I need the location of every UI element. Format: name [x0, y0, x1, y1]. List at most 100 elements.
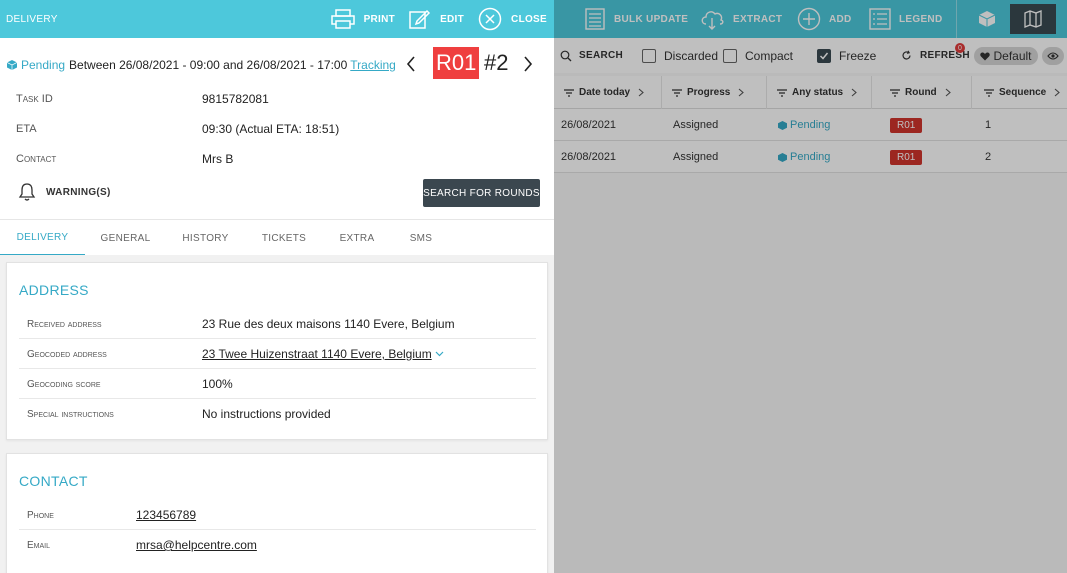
refresh-count-badge: 0 — [955, 43, 965, 53]
table-row[interactable]: 26/08/2021 Assigned Pending R01 1 — [554, 109, 1067, 141]
delivery-header-bar: DELIVERY PRINT EDIT CLOSE — [0, 0, 554, 38]
table-row[interactable]: 26/08/2021 Assigned Pending R01 2 — [554, 141, 1067, 173]
received-address-row: Received address 23 Rue des deux maisons… — [19, 309, 536, 339]
extract-button[interactable]: EXTRACT — [699, 0, 782, 38]
refresh-icon — [901, 50, 912, 61]
received-address-label: Received address — [27, 319, 102, 330]
phone-label: Phone — [27, 510, 54, 521]
eta-label: ETA — [16, 123, 37, 135]
default-view-selector[interactable]: Default — [974, 47, 1038, 65]
tab-general[interactable]: GENERAL — [85, 220, 166, 256]
tab-extra[interactable]: EXTRA — [323, 220, 391, 256]
printer-icon — [330, 9, 355, 29]
checkbox-unchecked-icon — [642, 48, 656, 63]
special-instructions-label: Special instructions — [27, 409, 114, 420]
column-any-status[interactable]: Any status — [767, 76, 872, 109]
warnings-label: WARNING(S) — [46, 187, 111, 198]
legend-label: LEGEND — [899, 13, 943, 25]
map-view-button[interactable] — [1010, 4, 1056, 34]
cloud-download-icon — [699, 8, 725, 30]
phone-row: Phone 123456789 — [19, 500, 536, 530]
extract-label: EXTRACT — [733, 13, 783, 25]
special-instructions-value: No instructions provided — [202, 407, 331, 421]
delivery-summary: Pending Between 26/08/2021 - 09:00 and 2… — [7, 47, 544, 83]
geocoded-address-label: Geocoded address — [27, 349, 107, 360]
tracking-link[interactable]: Tracking — [350, 58, 396, 72]
detail-tabs: DELIVERY GENERAL HISTORY TICKETS EXTRA S… — [0, 219, 554, 256]
column-round-label: Round — [905, 87, 937, 98]
time-window: Between 26/08/2021 - 09:00 and 26/08/202… — [69, 58, 348, 72]
chevron-right-icon — [1054, 88, 1061, 97]
eta-value: 09:30 (Actual ETA: 18:51) — [202, 122, 340, 136]
checkbox-checked-icon — [817, 48, 831, 63]
print-button[interactable]: PRINT — [330, 9, 396, 29]
print-label: PRINT — [363, 13, 396, 25]
contact-label: Contact — [16, 153, 57, 165]
phone-link[interactable]: 123456789 — [136, 508, 196, 522]
cell-status-label: Pending — [790, 151, 831, 163]
cell-round: R01 — [890, 109, 923, 141]
edit-label: EDIT — [440, 13, 465, 25]
search-icon — [560, 50, 572, 62]
list-header-bar: BULK UPDATE EXTRACT ADD LEGEND — [554, 0, 1067, 38]
edit-button[interactable]: EDIT — [409, 9, 464, 29]
close-icon — [478, 7, 502, 31]
task-id-label: Task ID — [16, 93, 53, 105]
search-button[interactable]: SEARCH — [560, 38, 623, 73]
filter-icon — [672, 88, 682, 97]
address-heading: ADDRESS — [19, 282, 89, 298]
column-progress-label: Progress — [687, 87, 731, 98]
bulk-update-button[interactable]: BULK UPDATE — [584, 0, 688, 38]
tab-tickets[interactable]: TICKETS — [245, 220, 323, 256]
cell-date: 26/08/2021 — [561, 119, 617, 131]
column-round[interactable]: Round — [872, 76, 972, 109]
tab-sms[interactable]: SMS — [391, 220, 451, 256]
chevron-right-icon — [851, 88, 857, 97]
list-icon — [584, 8, 606, 30]
sequence-number: #2 — [484, 50, 509, 75]
tab-delivery[interactable]: DELIVERY — [0, 220, 85, 256]
search-for-rounds-button[interactable]: SEARCH FOR ROUNDS — [423, 179, 540, 207]
filter-icon — [777, 88, 787, 97]
received-address-value: 23 Rue des deux maisons 1140 Evere, Belg… — [202, 317, 455, 331]
cell-progress: Assigned — [673, 151, 719, 163]
chevron-left-icon[interactable] — [405, 55, 417, 73]
geocoded-address-link[interactable]: 23 Twee Huizenstraat 1140 Evere, Belgium — [202, 347, 444, 361]
bulk-update-label: BULK UPDATE — [614, 13, 689, 25]
bell-icon — [18, 182, 36, 202]
plus-circle-icon — [797, 7, 821, 31]
column-date-today[interactable]: Date today — [554, 76, 662, 109]
column-sequence[interactable]: Sequence — [972, 76, 1067, 109]
email-link[interactable]: mrsa@helpcentre.com — [136, 538, 257, 552]
compact-label: Compact — [745, 48, 794, 63]
chevron-right-icon[interactable] — [522, 55, 534, 73]
compact-checkbox[interactable]: Compact — [723, 38, 793, 73]
filter-icon — [984, 88, 994, 97]
discarded-checkbox[interactable]: Discarded — [642, 38, 718, 73]
cell-status-label: Pending — [790, 119, 831, 131]
cube-icon — [978, 10, 996, 28]
cube-view-button[interactable] — [978, 0, 996, 38]
email-label: Email — [27, 540, 51, 551]
list-toolbar: SEARCH Discarded Compact Freeze REFRESH … — [554, 38, 1067, 73]
freeze-checkbox[interactable]: Freeze — [817, 38, 876, 73]
visibility-toggle[interactable] — [1042, 47, 1064, 65]
warnings-row: WARNING(S) SEARCH FOR ROUNDS — [0, 176, 554, 210]
close-button[interactable]: CLOSE — [478, 7, 547, 31]
contact-row: Contact Mrs B — [0, 144, 554, 174]
geocoding-score-row: Geocoding score 100% — [19, 369, 536, 399]
tab-history[interactable]: HISTORY — [166, 220, 245, 256]
chevron-right-icon — [638, 88, 644, 97]
close-label: CLOSE — [511, 13, 547, 25]
cell-round: R01 — [890, 141, 923, 173]
geocoding-score-label: Geocoding score — [27, 379, 101, 390]
heart-icon — [980, 52, 991, 61]
refresh-button[interactable]: REFRESH 0 — [901, 38, 970, 73]
freeze-label: Freeze — [839, 48, 877, 63]
add-button[interactable]: ADD — [797, 0, 852, 38]
column-progress[interactable]: Progress — [662, 76, 767, 109]
search-label: SEARCH — [579, 50, 624, 61]
column-sequence-label: Sequence — [999, 87, 1047, 98]
legend-button[interactable]: LEGEND — [869, 0, 942, 38]
round-badge: R01 — [890, 117, 923, 133]
